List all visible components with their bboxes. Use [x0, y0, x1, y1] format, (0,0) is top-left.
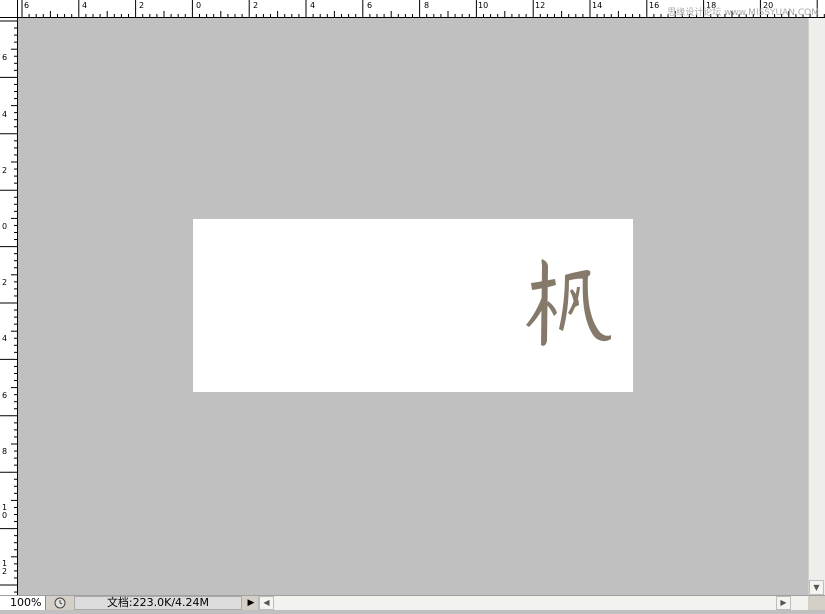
- chevron-down-icon[interactable]: ▼: [809, 580, 824, 595]
- watermark-text: 思缘设计论坛 www.MISSYUAN.COM: [667, 8, 819, 18]
- calligraphy-glyph: [526, 259, 611, 346]
- ruler-label: 4: [82, 1, 88, 10]
- ruler-origin-corner[interactable]: [0, 0, 18, 18]
- ruler-label: 10: [478, 1, 489, 10]
- vertical-ruler[interactable]: 6 4 2 0 2 4 6 8 10 12: [0, 18, 18, 595]
- ruler-label: 10: [2, 503, 8, 520]
- status-bar: 100% 文档:223.0K/4.24M ▶ ◀ ▶: [0, 595, 825, 610]
- ruler-label: 14: [592, 1, 603, 10]
- ruler-label: 6: [367, 1, 373, 10]
- ruler-label: 12: [535, 1, 546, 10]
- ruler-label: 2: [2, 166, 8, 175]
- document-canvas[interactable]: [193, 219, 633, 392]
- ruler-label: 8: [2, 447, 8, 456]
- chevron-left-icon[interactable]: ◀: [259, 596, 274, 610]
- vertical-scrollbar[interactable]: ▼: [808, 18, 825, 595]
- ruler-label: 2: [139, 1, 145, 10]
- ruler-label: 2: [2, 278, 8, 287]
- zoom-level-field[interactable]: 100%: [0, 596, 46, 610]
- ruler-label: 8: [424, 1, 430, 10]
- ruler-label: 2: [253, 1, 259, 10]
- ruler-label: 6: [2, 391, 8, 400]
- chevron-right-icon[interactable]: ▶: [776, 596, 791, 610]
- clock-icon[interactable]: [50, 596, 70, 610]
- ruler-label: 4: [310, 1, 316, 10]
- horizontal-scrollbar[interactable]: ◀ ▶: [258, 596, 808, 610]
- ruler-label: 16: [649, 1, 660, 10]
- document-size-info: 文档:223.0K/4.24M: [74, 596, 242, 610]
- ruler-label: 0: [2, 222, 8, 231]
- ruler-label: 4: [2, 110, 8, 119]
- ruler-label: 12: [2, 559, 8, 576]
- ruler-label: 6: [24, 1, 30, 10]
- ruler-label: 4: [2, 334, 8, 343]
- play-arrow-icon[interactable]: ▶: [244, 596, 258, 610]
- ruler-label: 6: [2, 53, 8, 62]
- document-workspace[interactable]: [18, 18, 808, 595]
- ruler-label: 0: [196, 1, 202, 10]
